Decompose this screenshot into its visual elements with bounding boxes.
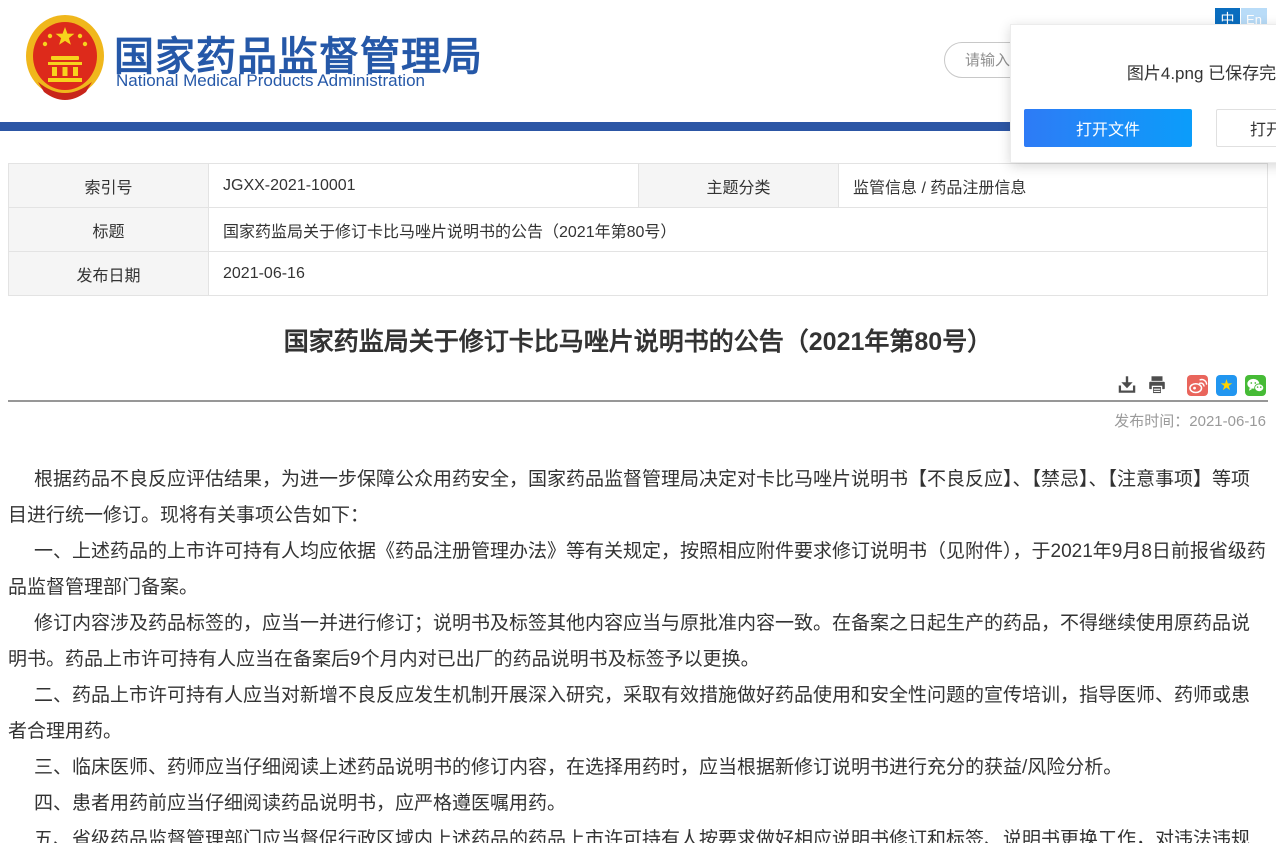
page-title: 国家药监局关于修订卡比马唑片说明书的公告（2021年第80号） xyxy=(0,322,1276,358)
topic-category-label: 主题分类 xyxy=(639,164,839,208)
publish-date-value: 2021-06-16 xyxy=(209,252,1268,296)
publish-date-label: 发布日期 xyxy=(9,252,209,296)
doc-title-label: 标题 xyxy=(9,208,209,252)
document-info-table: 索引号 JGXX-2021-10001 主题分类 监管信息 / 药品注册信息 标… xyxy=(8,163,1268,296)
article-body: 根据药品不良反应评估结果，为进一步保障公众用药安全，国家药品监督管理局决定对卡比… xyxy=(8,462,1268,843)
paragraph: 根据药品不良反应评估结果，为进一步保障公众用药安全，国家药品监督管理局决定对卡比… xyxy=(8,462,1268,534)
download-icon[interactable] xyxy=(1116,374,1138,396)
national-emblem-icon xyxy=(24,89,106,106)
print-icon[interactable] xyxy=(1146,374,1168,396)
paragraph: 修订内容涉及药品标签的，应当一并进行修订；说明书及标签其他内容应当与原批准内容一… xyxy=(8,606,1268,678)
share-wechat-icon[interactable] xyxy=(1245,375,1266,396)
table-row: 发布日期 2021-06-16 xyxy=(9,252,1268,296)
table-row: 标题 国家药监局关于修订卡比马唑片说明书的公告（2021年第80号） xyxy=(9,208,1268,252)
site-subtitle: National Medical Products Administration xyxy=(116,71,425,91)
title-divider xyxy=(8,400,1268,402)
paragraph: 五、省级药品监督管理部门应当督促行政区域内上述药品的药品上市许可持有人按要求做好… xyxy=(8,822,1268,843)
open-file-button[interactable]: 打开文件 xyxy=(1024,109,1192,147)
download-complete-message: 图片4.png 已保存完成 xyxy=(1011,59,1276,84)
table-row: 索引号 JGXX-2021-10001 主题分类 监管信息 / 药品注册信息 xyxy=(9,164,1268,208)
site-logo[interactable] xyxy=(24,14,106,102)
index-number-label: 索引号 xyxy=(9,164,209,208)
share-weibo-icon[interactable] xyxy=(1187,375,1208,396)
page: 国家药品监督管理局 National Medical Products Admi… xyxy=(0,0,1276,843)
paragraph: 二、药品上市许可持有人应当对新增不良反应发生机制开展深入研究，采取有效措施做好药… xyxy=(8,678,1268,750)
open-folder-button[interactable]: 打开 xyxy=(1216,109,1276,147)
article-toolbar: ★ xyxy=(1108,374,1266,396)
download-complete-popup: 图片4.png 已保存完成 打开文件 打开 xyxy=(1010,24,1276,163)
doc-title-value: 国家药监局关于修订卡比马唑片说明书的公告（2021年第80号） xyxy=(209,208,1268,252)
topic-category-value: 监管信息 / 药品注册信息 xyxy=(839,164,1268,208)
paragraph: 一、上述药品的上市许可持有人均应依据《药品注册管理办法》等有关规定，按照相应附件… xyxy=(8,534,1268,606)
publish-time: 发布时间：2021-06-16 xyxy=(1114,410,1266,431)
share-qzone-icon[interactable]: ★ xyxy=(1216,375,1237,396)
paragraph: 四、患者用药前应当仔细阅读药品说明书，应严格遵医嘱用药。 xyxy=(8,786,1268,822)
paragraph: 三、临床医师、药师应当仔细阅读上述药品说明书的修订内容，在选择用药时，应当根据新… xyxy=(8,750,1268,786)
index-number-value: JGXX-2021-10001 xyxy=(209,164,639,208)
